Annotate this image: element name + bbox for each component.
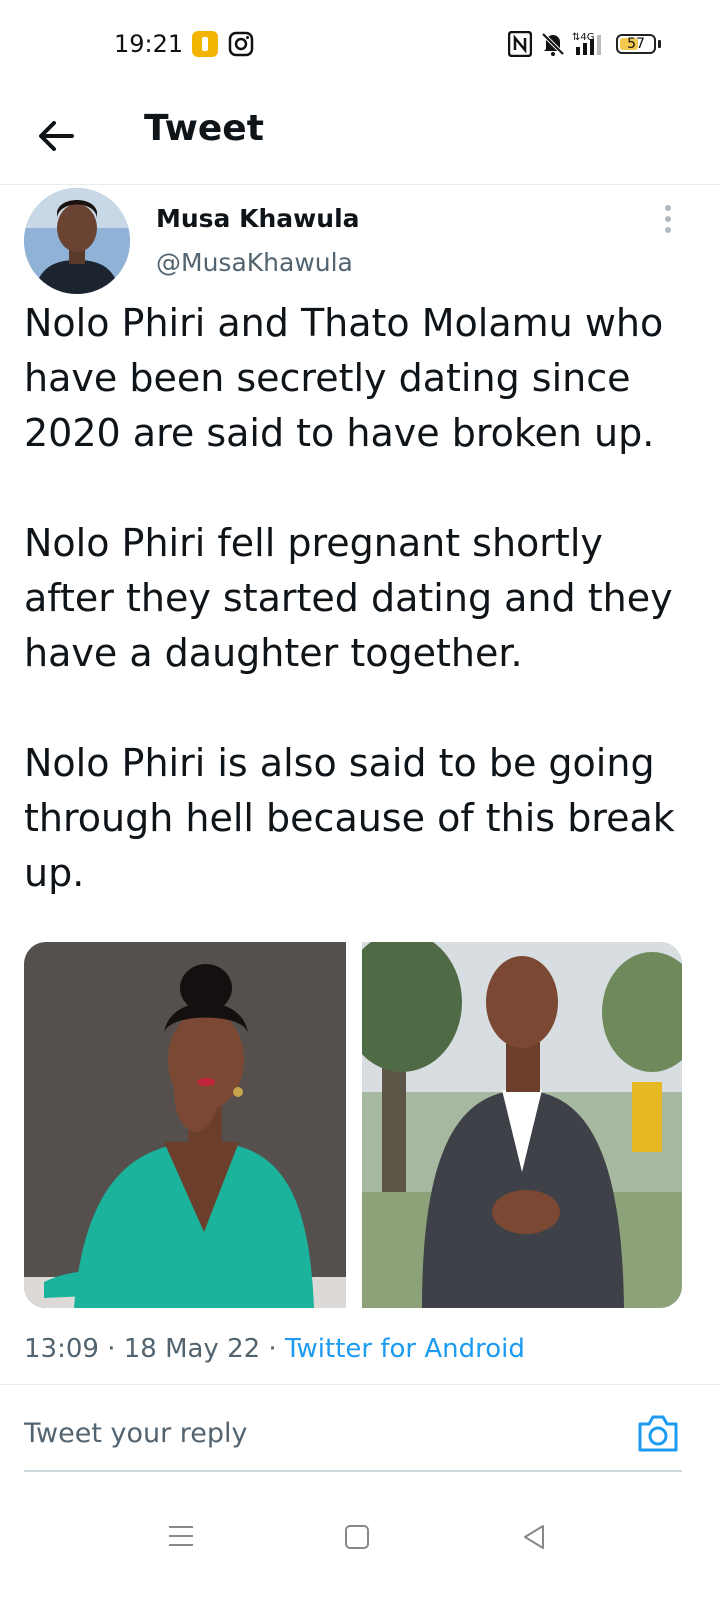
tweet-text: Nolo Phiri and Thato Molamu who have bee… xyxy=(24,296,700,901)
system-navigation-bar xyxy=(0,1480,720,1600)
status-bar: 19:21 ⇅4G 57 xyxy=(0,0,720,92)
mute-icon xyxy=(540,31,566,61)
back-triangle-icon xyxy=(524,1525,544,1549)
battery-tip xyxy=(658,40,661,48)
top-app-bar: Tweet xyxy=(0,92,720,185)
author-handle[interactable]: @MusaKhawula xyxy=(156,248,353,277)
home-button[interactable] xyxy=(344,1524,370,1554)
tweet-paragraph: Nolo Phiri and Thato Molamu who have bee… xyxy=(24,301,664,455)
system-back-button[interactable] xyxy=(522,1524,546,1554)
camera-button[interactable] xyxy=(636,1412,680,1454)
nfc-icon xyxy=(507,30,533,61)
tweet-media-grid xyxy=(24,942,682,1308)
yellow-app-icon xyxy=(192,31,218,57)
more-vertical-icon xyxy=(665,205,671,233)
battery-icon: 57 xyxy=(616,34,656,54)
menu-icon xyxy=(169,1526,193,1546)
signal-icon: ⇅4G xyxy=(572,31,606,61)
page-title: Tweet xyxy=(144,108,264,149)
home-square-icon xyxy=(345,1525,369,1549)
tweet-photo-woman[interactable] xyxy=(24,942,346,1308)
instagram-icon xyxy=(228,31,254,61)
recent-apps-button[interactable] xyxy=(168,1524,194,1552)
author-avatar[interactable] xyxy=(24,188,130,294)
tweet-meta: 13:09 · 18 May 22 · Twitter for Android xyxy=(24,1334,525,1364)
tweet-photo-man[interactable] xyxy=(342,942,682,1308)
more-options-button[interactable] xyxy=(660,204,676,234)
tweet-timestamp[interactable]: 13:09 · 18 May 22 · xyxy=(24,1334,285,1364)
tweet-source-link[interactable]: Twitter for Android xyxy=(285,1334,525,1364)
reply-underline xyxy=(24,1470,682,1472)
status-time: 19:21 xyxy=(114,30,184,58)
tweet-paragraph: Nolo Phiri is also said to be going thro… xyxy=(24,741,675,895)
author-display-name[interactable]: Musa Khawula xyxy=(156,204,360,233)
battery-percent: 57 xyxy=(627,36,645,52)
back-button[interactable] xyxy=(30,110,82,162)
tweet-paragraph: Nolo Phiri fell pregnant shortly after t… xyxy=(24,521,673,675)
divider xyxy=(0,1384,720,1385)
reply-input[interactable] xyxy=(24,1400,584,1466)
arrow-left-icon xyxy=(39,121,74,151)
camera-icon xyxy=(638,1415,678,1452)
